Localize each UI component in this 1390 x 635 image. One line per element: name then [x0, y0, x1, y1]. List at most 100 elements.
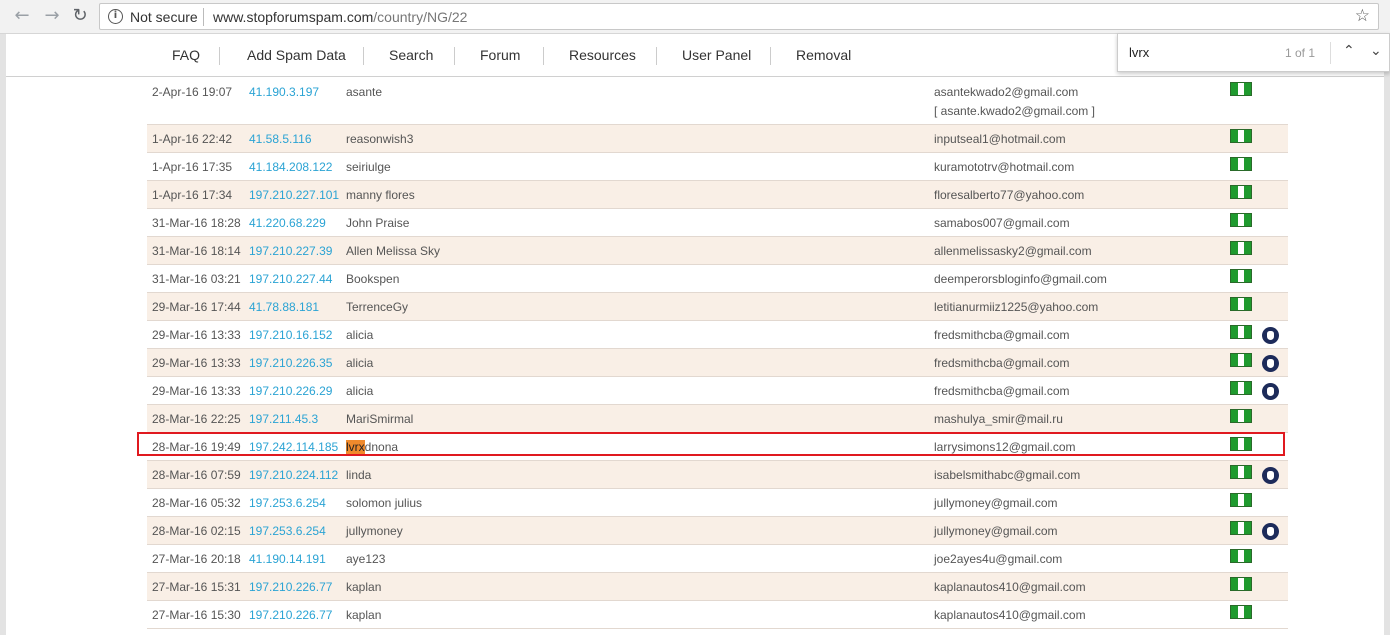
row-ip-link[interactable]: 197.253.6.254: [249, 496, 326, 510]
row-date: 29-Mar-16 17:44: [152, 300, 241, 314]
row-ip-link[interactable]: 197.210.226.77: [249, 580, 332, 594]
row-date: 27-Mar-16 15:30: [152, 608, 241, 622]
nav-divider: [770, 47, 771, 65]
page-gutter-right: [1384, 34, 1390, 635]
row-ip-link[interactable]: 197.210.224.112: [249, 468, 338, 482]
back-arrow-icon[interactable]: ←: [10, 5, 34, 27]
table-row: 27-Mar-16 15:30 197.210.226.77 kaplan kapla…: [147, 601, 1288, 629]
table-row: 29-Mar-16 13:33 197.210.16.152 alicia freds…: [147, 321, 1288, 349]
row-email: fredsmithcba@gmail.com: [934, 356, 1070, 370]
nav-add-spam-data[interactable]: Add Spam Data: [247, 47, 346, 63]
row-ip-link[interactable]: 41.184.208.122: [249, 160, 332, 174]
nigeria-flag-icon: [1230, 605, 1252, 619]
nigeria-flag-icon: [1230, 269, 1252, 283]
email-primary: fredsmithcba@gmail.com: [934, 384, 1070, 398]
email-primary: floresalberto77@yahoo.com: [934, 188, 1085, 202]
table-row: 31-Mar-16 18:28 41.220.68.229 John Praise s…: [147, 209, 1288, 237]
nav-divider: [219, 47, 220, 65]
nav-resources[interactable]: Resources: [569, 47, 636, 63]
address-bar[interactable]: i Not secure www.stopforumspam.com/count…: [99, 3, 1379, 30]
row-ip-link[interactable]: 197.253.6.254: [249, 524, 326, 538]
url-text[interactable]: www.stopforumspam.com/country/NG/22: [213, 9, 467, 25]
find-bar: lvrx 1 of 1 ⌃ ⌄: [1117, 33, 1390, 72]
row-ip-link[interactable]: 41.220.68.229: [249, 216, 326, 230]
row-email: fredsmithcba@gmail.com: [934, 384, 1070, 398]
nigeria-flag-icon: [1230, 549, 1252, 563]
nigeria-flag-icon: [1230, 409, 1252, 423]
nigeria-flag-icon: [1230, 353, 1252, 367]
row-ip-link[interactable]: 41.190.14.191: [249, 552, 326, 566]
bookmark-star-icon[interactable]: ☆: [1355, 6, 1370, 26]
row-email: asantekwado2@gmail.com [ asante.kwado2@gm…: [934, 85, 1095, 118]
nigeria-flag-icon: [1230, 129, 1252, 143]
row-username: manny flores: [346, 188, 415, 202]
nav-user-panel[interactable]: User Panel: [682, 47, 751, 63]
row-ip-link[interactable]: 197.210.226.35: [249, 356, 332, 370]
nigeria-flag-icon: [1230, 465, 1252, 479]
row-date: 28-Mar-16 22:25: [152, 412, 241, 426]
table-row: 27-Mar-16 15:31 197.210.226.77 kaplan kapla…: [147, 573, 1288, 601]
row-date: 29-Mar-16 13:33: [152, 384, 241, 398]
nav-search[interactable]: Search: [389, 47, 433, 63]
find-match-count: 1 of 1: [1285, 46, 1316, 60]
table-row: 29-Mar-16 13:33 197.210.226.35 alicia freds…: [147, 349, 1288, 377]
email-primary: samabos007@gmail.com: [934, 216, 1070, 230]
info-icon[interactable]: i: [108, 9, 123, 24]
nav-divider: [363, 47, 364, 65]
row-ip-link[interactable]: 41.78.88.181: [249, 300, 319, 314]
nav-removal[interactable]: Removal: [796, 47, 851, 63]
row-email: deemperorsbloginfo@gmail.com: [934, 272, 1107, 286]
row-ip-link[interactable]: 197.210.16.152: [249, 328, 332, 342]
nigeria-flag-icon: [1230, 157, 1252, 171]
email-primary: kuramototrv@hotmail.com: [934, 160, 1075, 174]
row-ip-link[interactable]: 197.211.45.3: [249, 412, 318, 426]
row-email: joe2ayes4u@gmail.com: [934, 552, 1062, 566]
nigeria-flag-icon: [1230, 241, 1252, 255]
table-row: 27-Mar-16 20:18 41.190.14.191 aye123 joe2ay…: [147, 545, 1288, 573]
tor-onion-icon: [1262, 523, 1279, 540]
divider: [203, 8, 204, 26]
row-ip-link[interactable]: 197.210.227.44: [249, 272, 332, 286]
row-ip-link[interactable]: 197.210.226.77: [249, 608, 332, 622]
email-primary: kaplanautos410@gmail.com: [934, 580, 1086, 594]
row-username: jullymoney: [346, 524, 403, 538]
row-ip-link[interactable]: 41.190.3.197: [249, 85, 319, 99]
row-date: 31-Mar-16 18:28: [152, 216, 241, 230]
find-input[interactable]: lvrx: [1129, 45, 1149, 60]
nigeria-flag-icon: [1230, 325, 1252, 339]
table-row: 28-Mar-16 02:15 197.253.6.254 jullymoney ju…: [147, 517, 1288, 545]
highlighted-row-outline: [137, 432, 1285, 456]
row-username: MariSmirmal: [346, 412, 414, 426]
row-ip-link[interactable]: 197.210.226.29: [249, 384, 332, 398]
row-email: fredsmithcba@gmail.com: [934, 328, 1070, 342]
row-date: 1-Apr-16 17:35: [152, 160, 233, 174]
nav-divider: [454, 47, 455, 65]
nav-forum[interactable]: Forum: [480, 47, 520, 63]
email-primary: allenmelissasky2@gmail.com: [934, 244, 1092, 258]
row-username: kaplan: [346, 580, 382, 594]
row-ip-link[interactable]: 197.210.227.101: [249, 188, 339, 202]
row-date: 31-Mar-16 03:21: [152, 272, 241, 286]
forward-arrow-icon[interactable]: →: [40, 5, 64, 27]
tor-onion-icon: [1262, 327, 1279, 344]
nav-faq[interactable]: FAQ: [172, 47, 200, 63]
row-email: allenmelissasky2@gmail.com: [934, 244, 1092, 258]
email-primary: asantekwado2@gmail.com: [934, 85, 1079, 99]
row-date: 27-Mar-16 15:31: [152, 580, 241, 594]
email-primary: inputseal1@hotmail.com: [934, 132, 1066, 146]
row-date: 31-Mar-16 18:14: [152, 244, 241, 258]
chevron-down-icon[interactable]: ⌄: [1370, 43, 1382, 59]
row-date: 2-Apr-16 19:07: [152, 85, 233, 99]
chevron-up-icon[interactable]: ⌃: [1343, 43, 1355, 59]
reload-icon[interactable]: ↻: [68, 5, 92, 27]
email-primary: isabelsmithabc@gmail.com: [934, 468, 1081, 482]
nigeria-flag-icon: [1230, 381, 1252, 395]
nigeria-flag-icon: [1230, 185, 1252, 199]
row-ip-link[interactable]: 41.58.5.116: [249, 132, 312, 146]
row-ip-link[interactable]: 197.210.227.39: [249, 244, 332, 258]
row-date: 29-Mar-16 13:33: [152, 328, 241, 342]
row-date: 28-Mar-16 05:32: [152, 496, 241, 510]
email-primary: kaplanautos410@gmail.com: [934, 608, 1086, 622]
row-email: kuramototrv@hotmail.com: [934, 160, 1074, 174]
nav-divider: [543, 47, 544, 65]
